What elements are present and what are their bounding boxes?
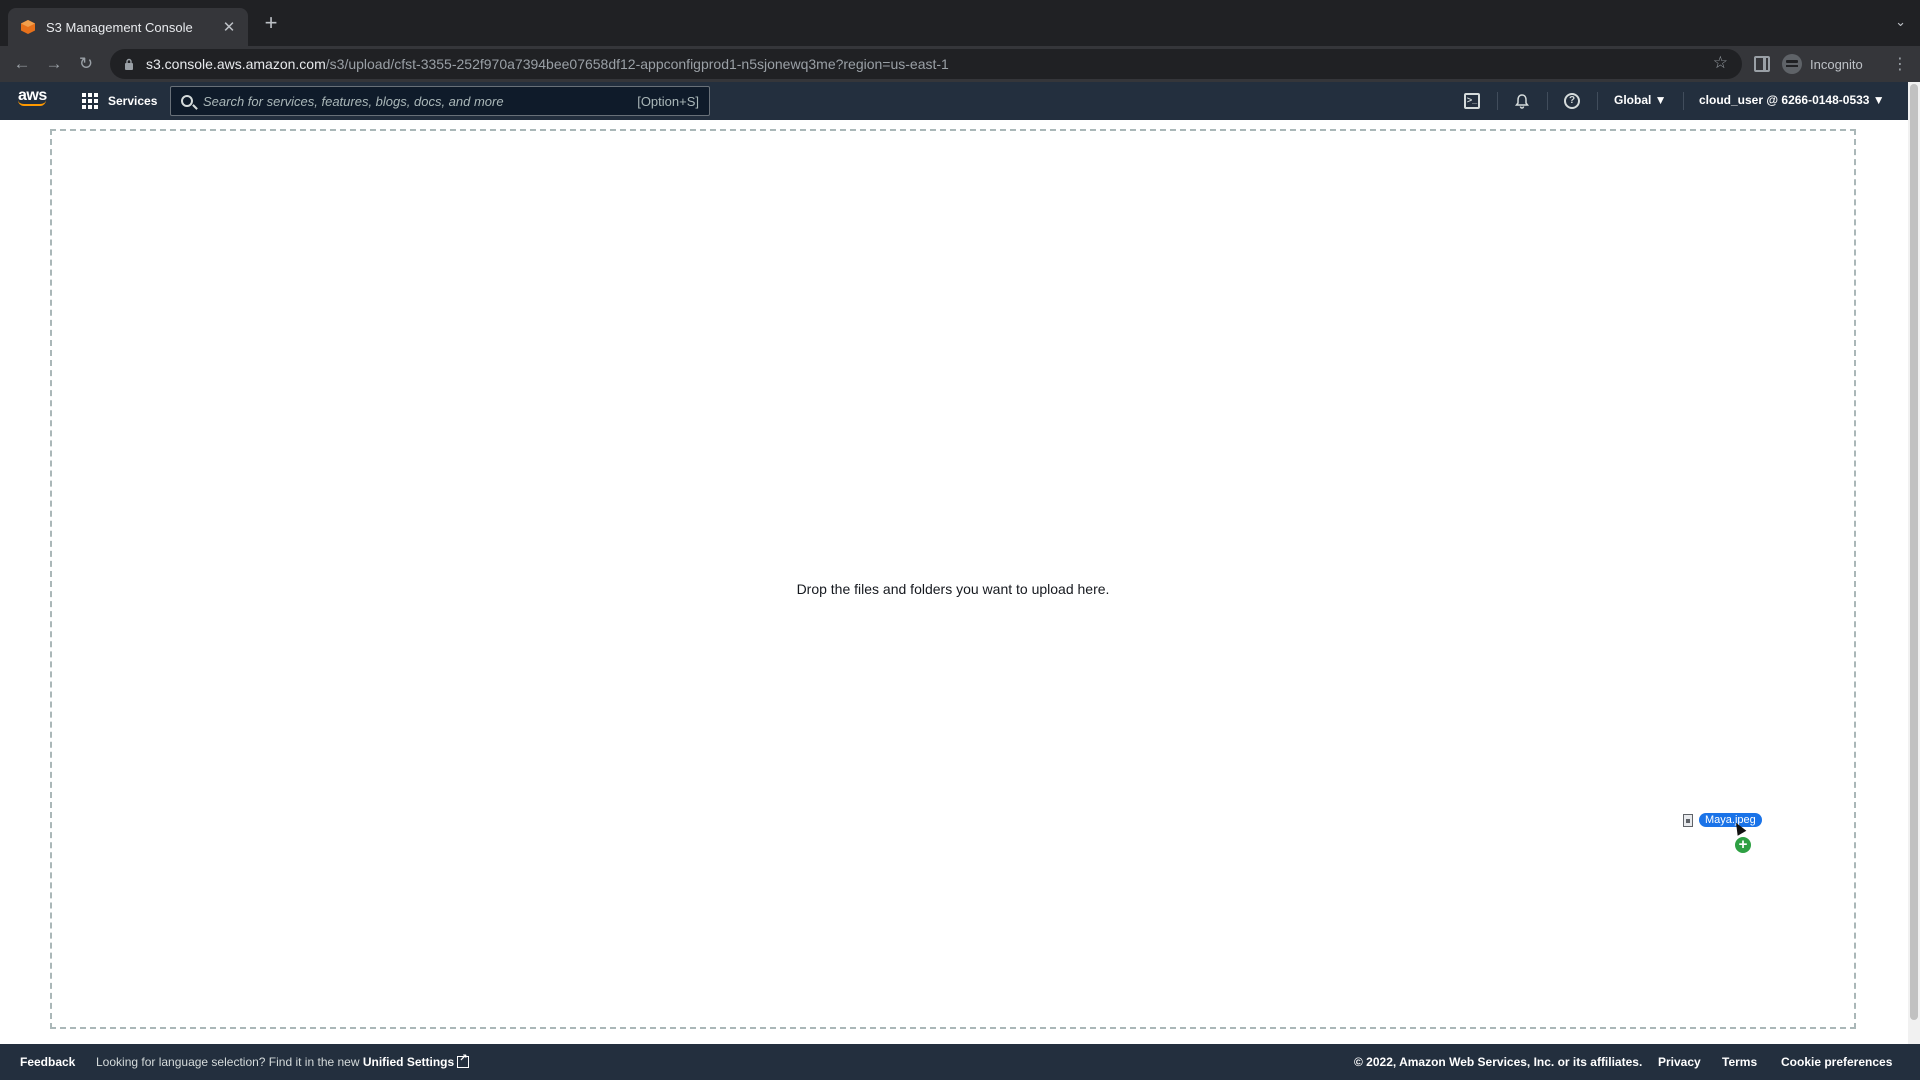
search-placeholder: Search for services, features, blogs, do… (203, 93, 504, 109)
cloudshell-button[interactable]: >_ (1462, 91, 1482, 111)
incognito-icon (1782, 54, 1802, 74)
feedback-link[interactable]: Feedback (20, 1055, 75, 1069)
browser-menu-icon[interactable]: ⋮ (1892, 54, 1908, 74)
file-icon (1683, 813, 1693, 827)
privacy-link[interactable]: Privacy (1658, 1055, 1701, 1069)
cookie-preferences-link[interactable]: Cookie preferences (1781, 1055, 1892, 1069)
services-menu-button[interactable]: Services (82, 90, 157, 112)
upload-drop-zone[interactable]: Drop the files and folders you want to u… (50, 129, 1856, 1029)
browser-toolbar: ← → ↻ s3.console.aws.amazon.com/s3/uploa… (0, 46, 1920, 82)
incognito-indicator[interactable]: Incognito (1782, 50, 1863, 78)
language-notice: Looking for language selection? Find it … (96, 1053, 470, 1069)
back-arrow-icon[interactable]: ← (10, 52, 34, 76)
tab-close-icon[interactable]: ✕ (220, 18, 238, 36)
search-shortcut-hint: [Option+S] (637, 93, 699, 109)
header-divider (1547, 92, 1548, 110)
bell-icon (1515, 94, 1529, 109)
grid-icon (82, 93, 98, 109)
copy-plus-icon: + (1734, 836, 1752, 854)
search-icon (181, 95, 193, 107)
url-text: s3.console.aws.amazon.com/s3/upload/cfst… (146, 56, 949, 72)
services-label: Services (108, 94, 158, 108)
main-content: Drop the files and folders you want to u… (0, 120, 1908, 1044)
account-menu[interactable]: cloud_user @ 6266-0148-0533 ▼ (1699, 93, 1885, 107)
drag-preview: Maya.jpeg (1683, 812, 1762, 828)
language-notice-text: Looking for language selection? Find it … (96, 1055, 363, 1069)
aws-s3-favicon-icon (21, 20, 35, 34)
incognito-label: Incognito (1810, 56, 1863, 72)
region-selector[interactable]: Global ▼ (1614, 93, 1667, 107)
unified-settings-link[interactable]: Unified Settings (362, 1053, 470, 1069)
new-tab-button[interactable]: + (260, 12, 282, 34)
dragged-file-name: Maya.jpeg (1699, 813, 1762, 827)
notifications-button[interactable] (1512, 91, 1532, 111)
url-host: s3.console.aws.amazon.com (146, 56, 326, 72)
copyright-text: © 2022, Amazon Web Services, Inc. or its… (1354, 1055, 1643, 1069)
forward-arrow-icon[interactable]: → (42, 52, 66, 76)
browser-tab[interactable]: S3 Management Console ✕ (8, 8, 248, 46)
terms-link[interactable]: Terms (1722, 1055, 1757, 1069)
console-footer: Feedback Looking for language selection?… (0, 1044, 1920, 1080)
address-bar[interactable]: s3.console.aws.amazon.com/s3/upload/cfst… (110, 49, 1742, 79)
external-link-icon (457, 1053, 470, 1068)
side-panel-icon[interactable] (1754, 56, 1770, 72)
browser-tab-strip: S3 Management Console ✕ + ⌄ (0, 0, 1920, 46)
page-scrollbar[interactable] (1908, 82, 1920, 1044)
cloudshell-icon: >_ (1464, 93, 1480, 109)
aws-logo-text: aws (18, 87, 47, 104)
drop-zone-message: Drop the files and folders you want to u… (796, 581, 1110, 597)
url-path: /s3/upload/cfst-3355-252f970a7394bee0765… (325, 56, 949, 72)
header-divider (1683, 92, 1684, 110)
help-button[interactable]: ? (1562, 91, 1582, 111)
header-divider (1497, 92, 1498, 110)
aws-console-header: aws Services Search for services, featur… (0, 82, 1920, 120)
unified-settings-label: Unified Settings (362, 1055, 455, 1069)
unified-search-input[interactable]: Search for services, features, blogs, do… (170, 86, 710, 116)
bookmark-star-icon[interactable]: ☆ (1713, 53, 1728, 73)
tab-search-chevron-icon[interactable]: ⌄ (1895, 14, 1906, 30)
tab-title: S3 Management Console (46, 19, 193, 35)
reload-icon[interactable]: ↻ (74, 52, 98, 76)
aws-logo[interactable]: aws (18, 87, 47, 106)
lock-icon (125, 58, 133, 70)
scrollbar-thumb[interactable] (1910, 84, 1918, 1020)
help-icon: ? (1564, 93, 1580, 109)
header-divider (1597, 92, 1598, 110)
